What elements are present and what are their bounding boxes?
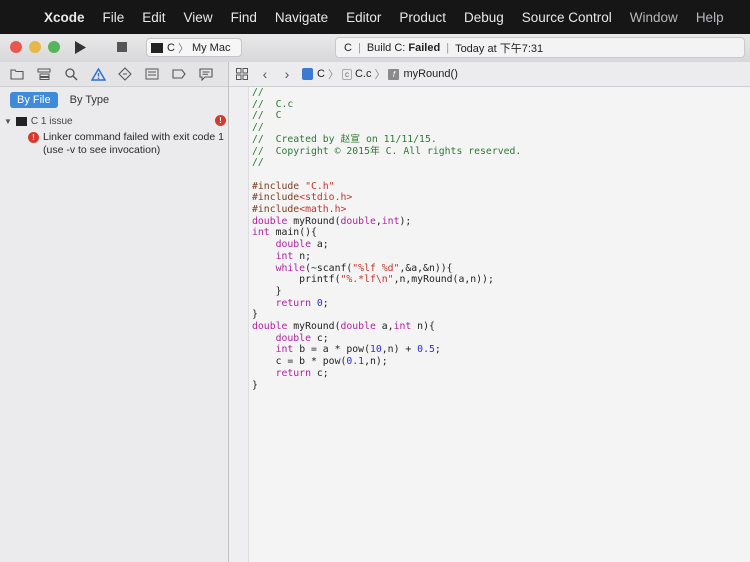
report-speech-icon[interactable] <box>197 65 215 83</box>
source-editor[interactable]: // // C.c // C // // Created by 赵宣 on 11… <box>229 87 750 562</box>
menu-app[interactable]: Xcode <box>44 10 94 25</box>
menu-find[interactable]: Find <box>222 10 266 25</box>
scheme-selector[interactable]: C 〉 My Mac <box>146 38 242 57</box>
issue-group-label: C 1 issue <box>30 115 73 127</box>
stop-icon <box>117 42 127 52</box>
by-file-tab[interactable]: By File <box>10 92 58 108</box>
stop-button[interactable] <box>108 37 136 57</box>
menu-editor[interactable]: Editor <box>337 10 390 25</box>
menu-view[interactable]: View <box>175 10 222 25</box>
chevron-right-icon: 〉 <box>374 69 386 81</box>
build-label: Build C: <box>366 41 406 54</box>
function-icon: f <box>388 68 400 80</box>
menu-file[interactable]: File <box>94 10 134 25</box>
issue-filter-row: By File By Type <box>0 87 228 113</box>
related-items-grid-icon[interactable] <box>234 66 250 82</box>
error-badge-icon: ! <box>215 115 226 126</box>
error-icon: ! <box>28 132 39 143</box>
chevron-right-icon: 〉 <box>327 69 339 81</box>
activity-viewer[interactable]: C | Build C: Failed | Today at 下午7:31 <box>335 37 745 58</box>
menu-source-control[interactable]: Source Control <box>513 10 621 25</box>
build-time: Today at 下午7:31 <box>455 42 544 55</box>
jump-bar: ‹ › C 〉 c C.c 〉 f myRound() <box>229 62 750 87</box>
debug-gauge-icon[interactable] <box>143 65 161 83</box>
project-icon <box>302 68 313 80</box>
issue-message: Linker command failed with exit code 1 (… <box>43 131 224 156</box>
disclosure-triangle-icon[interactable]: ▼ <box>4 117 12 126</box>
by-type-tab[interactable]: By Type <box>62 92 118 108</box>
navigator-selector-bar <box>0 62 228 87</box>
search-icon[interactable] <box>62 65 80 83</box>
play-icon <box>75 40 86 54</box>
code-text[interactable]: // // C.c // C // // Created by 赵宣 on 11… <box>252 87 521 391</box>
c-file-icon: c <box>341 68 352 80</box>
menu-navigate[interactable]: Navigate <box>266 10 337 25</box>
toolbar: C 〉 My Mac C | Build C: Failed | Today a… <box>0 34 750 63</box>
menu-window[interactable]: Window <box>621 10 687 25</box>
project-target-icon <box>15 116 27 126</box>
minimize-window-button[interactable] <box>29 41 41 53</box>
issue-group-row[interactable]: ▼ C 1 issue ! <box>0 113 228 129</box>
close-window-button[interactable] <box>10 41 22 53</box>
breakpoint-icon[interactable] <box>170 65 188 83</box>
terminal-target-icon <box>151 42 163 53</box>
run-button[interactable] <box>66 37 94 57</box>
menu-edit[interactable]: Edit <box>133 10 174 25</box>
scheme-target-label: C <box>167 41 175 54</box>
jumpbar-project[interactable]: C <box>317 68 325 80</box>
forward-arrow-icon[interactable]: › <box>280 66 294 82</box>
issue-list-item[interactable]: ! Linker command failed with exit code 1… <box>0 129 228 157</box>
symbol-hierarchy-icon[interactable] <box>35 65 53 83</box>
destination-label: My Mac <box>191 41 231 54</box>
test-diamond-icon[interactable] <box>116 65 134 83</box>
folder-icon[interactable] <box>8 65 26 83</box>
issue-warning-icon[interactable] <box>89 65 107 83</box>
build-status: Failed <box>408 41 441 54</box>
menu-debug[interactable]: Debug <box>455 10 513 25</box>
menu-product[interactable]: Product <box>390 10 455 25</box>
navigator-pane: By File By Type ▼ C 1 issue ! ! Linker c… <box>0 62 229 562</box>
back-arrow-icon[interactable]: ‹ <box>258 66 272 82</box>
chevron-right-icon: 〉 <box>177 42 189 55</box>
jumpbar-file[interactable]: C.c <box>355 68 372 80</box>
jumpbar-symbol[interactable]: myRound() <box>403 68 457 80</box>
activity-project: C <box>344 41 352 54</box>
menu-bar: Xcode File Edit View Find Navigate Edito… <box>0 0 750 34</box>
zoom-window-button[interactable] <box>48 41 60 53</box>
line-gutter[interactable] <box>229 87 249 562</box>
menu-help[interactable]: Help <box>687 10 733 25</box>
